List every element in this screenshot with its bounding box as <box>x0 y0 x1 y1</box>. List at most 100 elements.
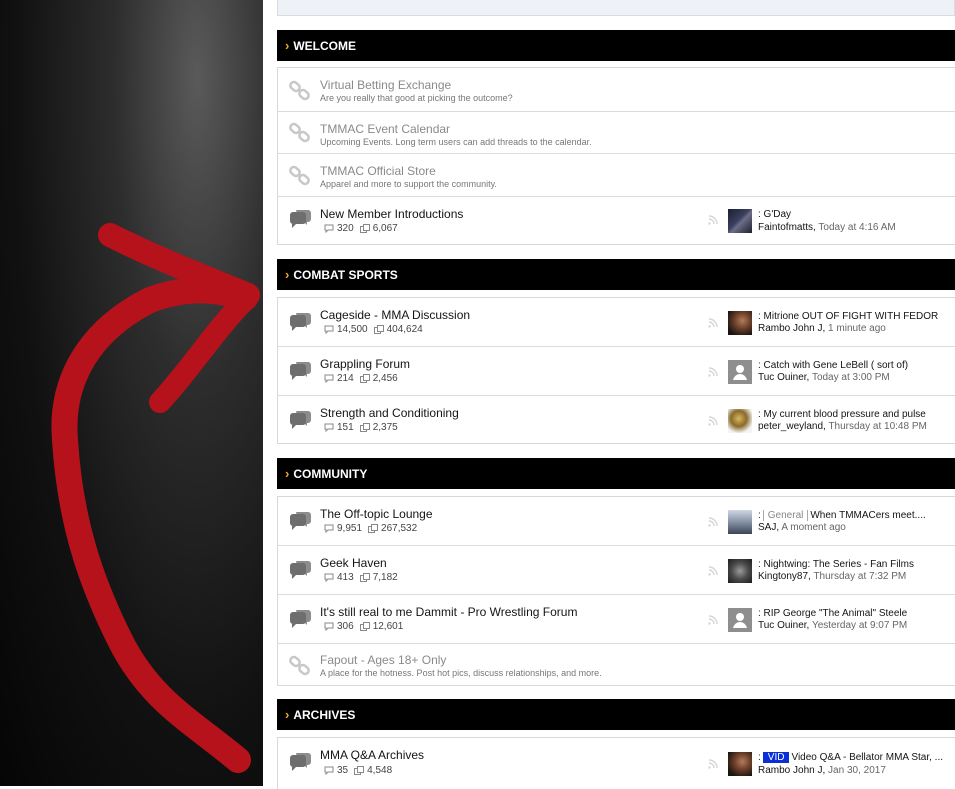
chevron-right-icon: › <box>285 38 290 53</box>
link-icon <box>289 122 310 143</box>
rss-icon[interactable] <box>708 367 718 377</box>
chevron-right-icon: › <box>285 267 290 282</box>
last-post-time: Thursday at 10:48 PM <box>828 421 927 432</box>
category-title: WELCOME <box>293 38 357 53</box>
last-post-title[interactable]: : My current blood pressure and pulse <box>758 409 926 420</box>
category-combat-sports: Cageside - MMA Discussion 14,500 404,624… <box>277 297 955 444</box>
last-post-user[interactable]: peter_weyland <box>758 421 823 432</box>
last-post-meta: Kingtony87, Thursday at 7:32 PM <box>758 571 907 582</box>
avatar[interactable] <box>728 510 752 534</box>
node-stats: 214 2,456 <box>324 373 398 384</box>
last-post-title-text[interactable]: Video Q&A - Bellator MMA Star, ... <box>791 752 943 763</box>
thread-prefix-vid[interactable]: VID <box>762 752 790 763</box>
last-post-user[interactable]: Faintofmatts <box>758 222 813 233</box>
rss-icon[interactable] <box>708 759 718 769</box>
avatar[interactable] <box>728 311 752 335</box>
messages-count: 12,601 <box>372 621 404 632</box>
messages-icon <box>359 573 370 582</box>
node-title[interactable]: MMA Q&A Archives <box>320 748 424 762</box>
last-post-meta: Tuc Ouiner, Today at 3:00 PM <box>758 372 890 383</box>
category-community: The Off-topic Lounge 9,951 267,532 : Gene… <box>277 496 955 686</box>
node-title[interactable]: Grappling Forum <box>320 357 410 371</box>
last-post-user[interactable]: Tuc Ouiner <box>758 372 807 383</box>
last-post-user[interactable]: Rambo John J <box>758 323 822 334</box>
messages-icon <box>359 374 370 383</box>
rss-icon[interactable] <box>708 416 718 426</box>
avatar[interactable] <box>728 752 752 776</box>
forum-speech-bubbles-icon <box>290 561 311 579</box>
last-post-title[interactable]: : General When TMMACers meet.... <box>758 510 926 521</box>
last-post-user[interactable]: Tuc Ouiner <box>758 620 807 631</box>
last-post-title[interactable]: : Catch with Gene LeBell ( sort of) <box>758 360 908 371</box>
rss-icon[interactable] <box>708 517 718 527</box>
category-header-archives[interactable]: › ARCHIVES <box>277 699 955 730</box>
forum-speech-bubbles-icon <box>290 610 311 628</box>
node-title[interactable]: TMMAC Event Calendar <box>320 122 450 136</box>
messages-count: 404,624 <box>386 324 423 335</box>
avatar[interactable] <box>728 209 752 233</box>
node-off-topic-lounge: The Off-topic Lounge 9,951 267,532 : Gene… <box>278 497 955 546</box>
last-post-time: 1 minute ago <box>828 323 886 334</box>
category-archives: MMA Q&A Archives 35 4,548 : VID Video Q&A … <box>277 737 955 789</box>
last-post-user[interactable]: Kingtony87 <box>758 571 808 582</box>
last-post-time: Jan 30, 2017 <box>828 765 886 776</box>
node-stats: 151 2,375 <box>324 422 398 433</box>
node-title[interactable]: Geek Haven <box>320 556 387 570</box>
category-welcome: Virtual Betting Exchange Are you really … <box>277 67 955 245</box>
node-stats: 320 6,067 <box>324 223 398 234</box>
link-icon <box>289 80 310 101</box>
default-avatar-icon[interactable] <box>728 360 752 384</box>
last-post-meta: Rambo John J, Jan 30, 2017 <box>758 765 886 776</box>
threads-count: 306 <box>337 621 354 632</box>
forum-speech-bubbles-icon <box>290 210 311 228</box>
messages-count: 6,067 <box>372 223 398 234</box>
node-title[interactable]: Fapout - Ages 18+ Only <box>320 653 446 667</box>
threads-count: 214 <box>337 373 354 384</box>
last-post-title[interactable]: : RIP George "The Animal" Steele <box>758 608 907 619</box>
node-virtual-betting-exchange: Virtual Betting Exchange Are you really … <box>278 68 955 112</box>
node-title[interactable]: Virtual Betting Exchange <box>320 78 451 92</box>
thread-prefix-general[interactable]: General <box>762 510 809 521</box>
last-post-title-text[interactable]: When TMMACers meet.... <box>810 510 925 521</box>
node-tmmac-official-store: TMMAC Official Store Apparel and more to… <box>278 154 955 197</box>
node-title[interactable]: Strength and Conditioning <box>320 406 459 420</box>
default-avatar-icon[interactable] <box>728 608 752 632</box>
rss-icon[interactable] <box>708 318 718 328</box>
last-post-title[interactable]: : Mitrione OUT OF FIGHT WITH FEDOR <box>758 311 938 322</box>
node-stats: 9,951 267,532 <box>324 523 417 534</box>
check-it-out-button[interactable]: CHECK IT OUT <box>277 0 955 16</box>
rss-icon[interactable] <box>708 215 718 225</box>
node-title[interactable]: Cageside - MMA Discussion <box>320 308 470 322</box>
node-stats: 413 7,182 <box>324 572 398 583</box>
node-description: Upcoming Events. Long term users can add… <box>320 137 592 147</box>
avatar[interactable] <box>728 409 752 433</box>
rss-icon[interactable] <box>708 566 718 576</box>
node-stats: 306 12,601 <box>324 621 403 632</box>
last-post-meta: Tuc Ouiner, Yesterday at 9:07 PM <box>758 620 908 631</box>
last-post-time: Thursday at 7:32 PM <box>813 571 907 582</box>
last-post-meta: Faintofmatts, Today at 4:16 AM <box>758 222 896 233</box>
messages-icon <box>359 622 370 631</box>
threads-icon <box>324 573 334 582</box>
node-geek-haven: Geek Haven 413 7,182 : Nightwing: The Se… <box>278 546 955 595</box>
last-post-title[interactable]: : VID Video Q&A - Bellator MMA Star, ... <box>758 752 943 763</box>
category-header-welcome[interactable]: › WELCOME <box>277 30 955 61</box>
last-post-time: A moment ago <box>781 522 846 533</box>
category-header-community[interactable]: › COMMUNITY <box>277 458 955 489</box>
forum-list: CHECK IT OUT › WELCOME Virtual Betting E… <box>277 0 955 789</box>
rss-icon[interactable] <box>708 615 718 625</box>
avatar[interactable] <box>728 559 752 583</box>
last-post-title[interactable]: : G'Day <box>758 209 791 220</box>
node-title[interactable]: The Off-topic Lounge <box>320 507 433 521</box>
node-title[interactable]: TMMAC Official Store <box>320 164 436 178</box>
last-post-user[interactable]: Rambo John J <box>758 765 822 776</box>
node-title[interactable]: New Member Introductions <box>320 207 463 221</box>
category-header-combat-sports[interactable]: › COMBAT SPORTS <box>277 259 955 290</box>
threads-icon <box>324 423 334 432</box>
last-post-title[interactable]: : Nightwing: The Series - Fan Films <box>758 559 914 570</box>
node-title[interactable]: It's still real to me Dammit - Pro Wrest… <box>320 605 577 619</box>
threads-count: 14,500 <box>337 324 368 335</box>
node-strength-and-conditioning: Strength and Conditioning 151 2,375 : My… <box>278 396 955 443</box>
last-post-user[interactable]: SAJ <box>758 522 776 533</box>
node-pro-wrestling-forum: It's still real to me Dammit - Pro Wrest… <box>278 595 955 644</box>
